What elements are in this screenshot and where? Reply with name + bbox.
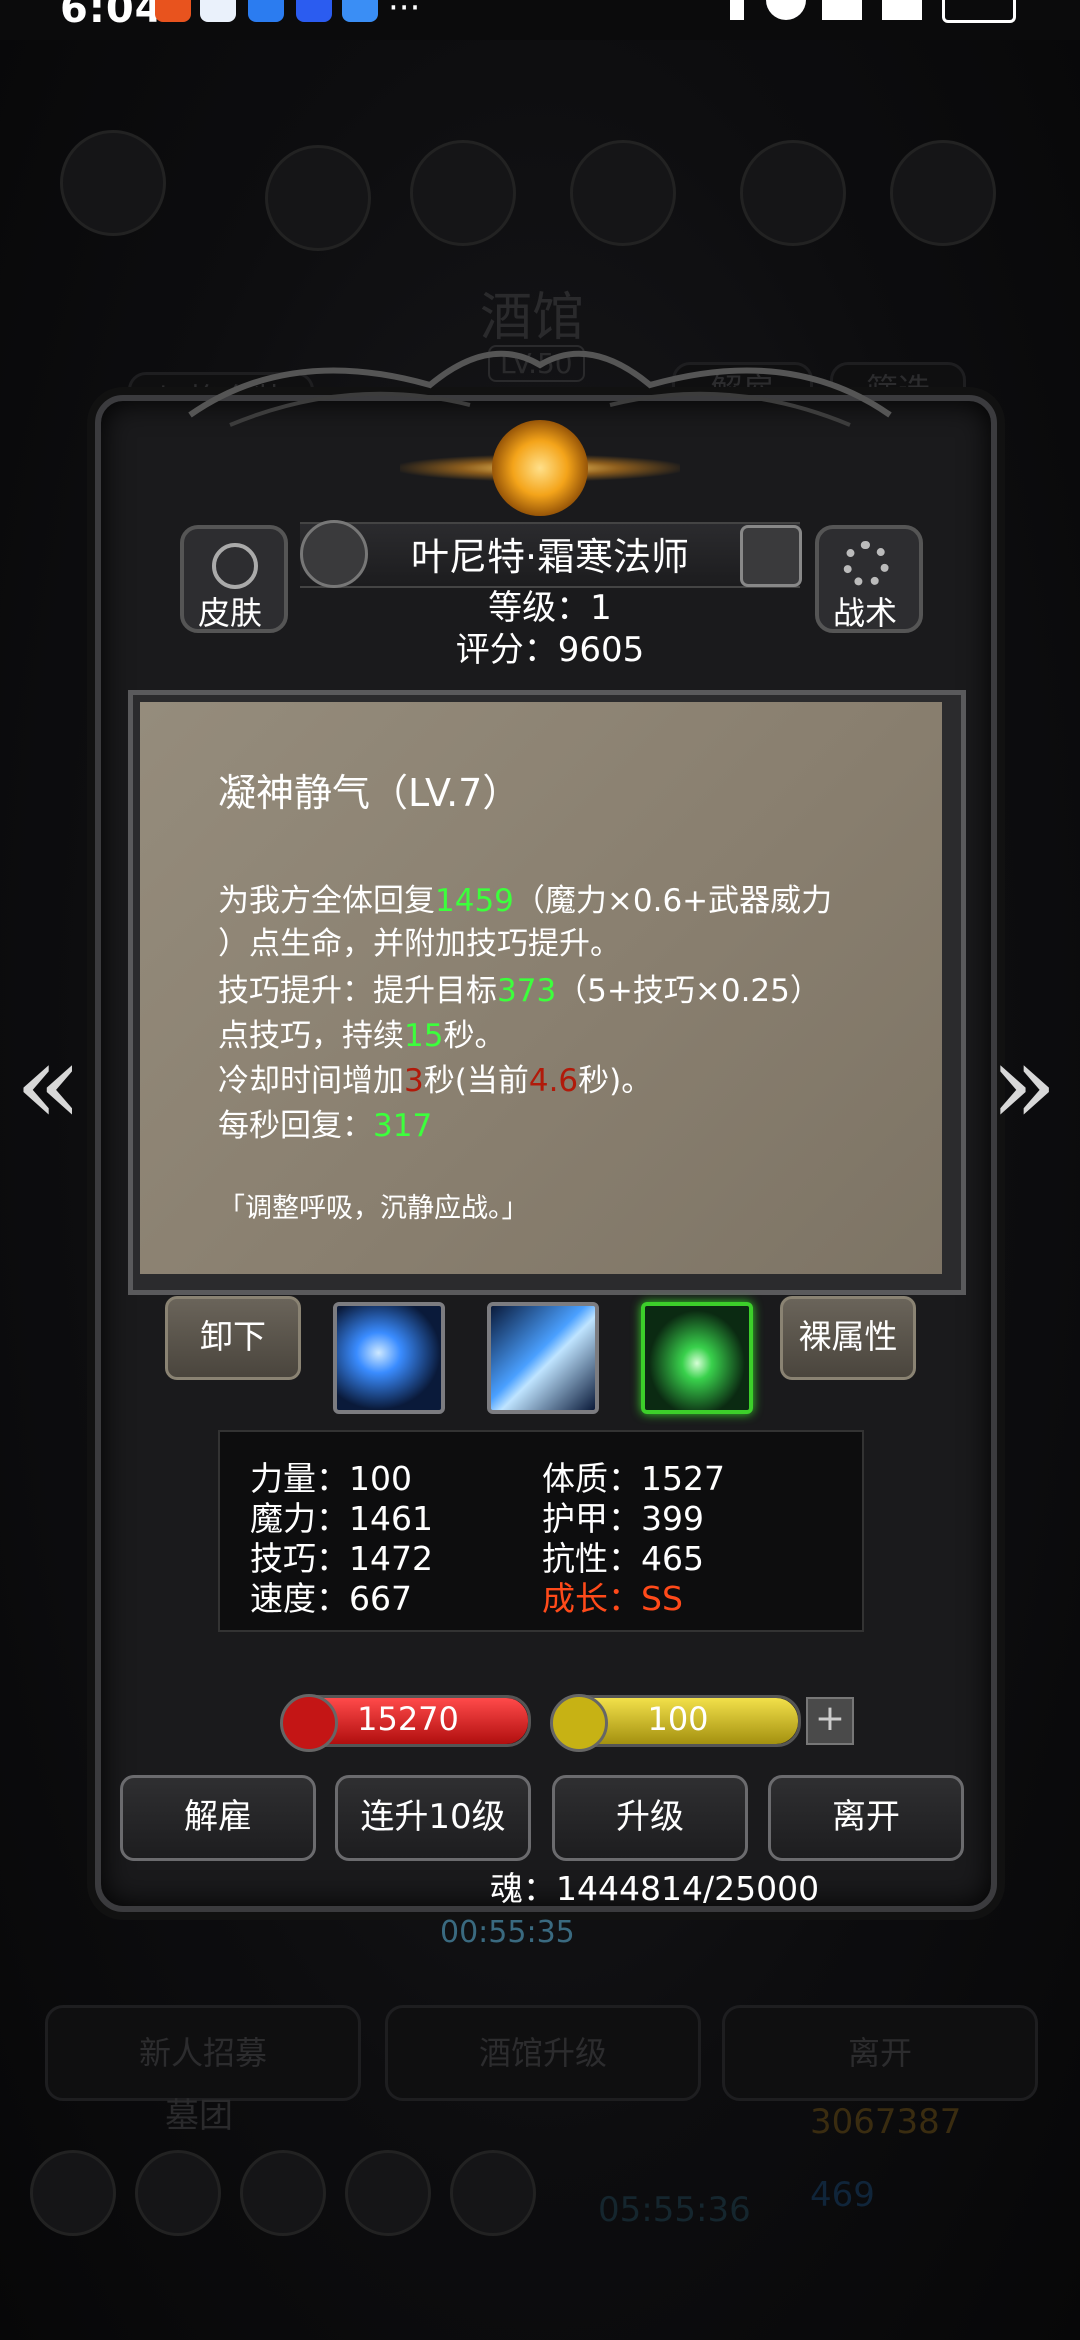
skill-title: 凝神静气（LV.7） — [218, 771, 521, 815]
stats-panel: 力量：100 魔力：1461 技巧：1472 速度：667 体质：1527 护甲… — [218, 1430, 864, 1632]
soul-counter: 魂：1444814/25000 — [490, 1869, 820, 1908]
gem-amount: 469 — [810, 2175, 875, 2215]
emblem-icon — [492, 420, 588, 516]
status-time: 6:04 — [60, 0, 164, 32]
battery-icon — [942, 0, 1016, 23]
skill-text: （5+技巧×0.25） — [556, 973, 821, 1009]
status-bar: 6:04 ··· — [0, 0, 1080, 40]
level-up-button[interactable]: 升级 — [552, 1775, 748, 1861]
skill-value: 15 — [404, 1018, 444, 1054]
stat-speed: 速度：667 — [250, 1579, 412, 1618]
hero-portrait-icon — [890, 140, 996, 246]
lightning-icon — [550, 1694, 608, 1752]
edit-name-icon[interactable] — [740, 525, 802, 587]
skill-text: 冷却时间增加 — [218, 1063, 404, 1099]
app-notification-icon — [155, 0, 191, 22]
skill-text: （魔力×0.6+武器威力 — [513, 883, 833, 919]
energy-bar: 100 — [550, 1694, 801, 1752]
group-label: 墓团 — [165, 2096, 233, 2136]
app-notification-icon — [248, 0, 284, 22]
more-notifications-icon: ··· — [388, 0, 421, 28]
tavern-upgrade-button[interactable]: 酒馆升级 — [385, 2005, 701, 2101]
base-attributes-button[interactable]: 裸属性 — [780, 1296, 916, 1380]
skill-description-line: 为我方全体回复1459（魔力×0.6+武器威力 — [218, 875, 832, 920]
menu-icon[interactable] — [240, 2150, 326, 2236]
previous-hero-arrow-icon[interactable]: « — [15, 1020, 82, 1148]
hero-portrait-icon — [265, 145, 371, 251]
hero-portrait-icon — [60, 130, 166, 236]
skill-text: 技巧提升：提升目标 — [218, 973, 497, 1009]
skill-value: 317 — [373, 1108, 433, 1144]
skill-text: 为我方全体回复 — [218, 883, 435, 919]
skill-description-line: ）点生命，并附加技巧提升。 — [218, 918, 621, 963]
skill-text: 秒。 — [443, 1018, 506, 1054]
app-notification-icon — [342, 0, 378, 22]
add-energy-button[interactable]: + — [806, 1697, 854, 1745]
app-notification-icon — [200, 0, 236, 22]
tactics-label: 战术 — [832, 594, 897, 632]
hero-portrait-icon — [570, 140, 676, 246]
menu-icon[interactable] — [30, 2150, 116, 2236]
skill-value: 3 — [404, 1063, 424, 1099]
signal-icon — [822, 0, 862, 20]
gold-amount: 3067387 — [810, 2102, 962, 2142]
recruit-button[interactable]: 新人招募 — [45, 2005, 361, 2101]
skill-value: 1459 — [435, 883, 514, 919]
timer: 00:55:35 — [440, 1915, 575, 1950]
skin-label: 皮肤 — [197, 594, 262, 632]
skill-description-line: 每秒回复：317 — [218, 1100, 432, 1145]
skill-quote: 「调整呼吸，沉静应战。」 — [218, 1193, 529, 1224]
skin-icon — [212, 543, 258, 589]
hero-portrait-icon — [410, 140, 516, 246]
dismiss-button[interactable]: 解雇 — [120, 1775, 316, 1861]
skill-description-line: 点技巧，持续15秒。 — [218, 1010, 505, 1055]
skill-text: 秒(当前 — [423, 1063, 529, 1099]
level-up-10-button[interactable]: 连升10级 — [335, 1775, 531, 1861]
gear-icon — [843, 541, 889, 587]
skill-text: 点技巧，持续 — [218, 1018, 404, 1054]
menu-icon[interactable] — [450, 2150, 536, 2236]
skill-text: ）点生命，并附加技巧提升。 — [218, 926, 621, 962]
heart-icon — [280, 1694, 338, 1752]
hero-portrait-icon — [740, 140, 846, 246]
frost-skill-icon[interactable] — [487, 1302, 599, 1414]
skill-value: 373 — [497, 973, 557, 1009]
hero-score: 评分：9605 — [455, 630, 645, 670]
skill-text: 每秒回复： — [218, 1108, 373, 1144]
hp-bar: 15270 — [280, 1694, 531, 1752]
skill-description-line: 技巧提升：提升目标373（5+技巧×0.25） — [218, 965, 821, 1010]
bluetooth-icon — [730, 0, 744, 20]
skill-text: 秒)。 — [578, 1063, 653, 1099]
stat-growth: 成长：SS — [542, 1579, 683, 1618]
leave-button[interactable]: 离开 — [768, 1775, 964, 1861]
skill-description-line: 冷却时间增加3秒(当前4.6秒)。 — [218, 1055, 652, 1100]
menu-icon[interactable] — [135, 2150, 221, 2236]
skill-value: 4.6 — [528, 1063, 579, 1099]
next-hero-arrow-icon[interactable]: » — [990, 1020, 1057, 1148]
panel-ornament — [188, 350, 892, 427]
menu-icon[interactable] — [345, 2150, 431, 2236]
hero-name: 叶尼特·霜寒法师 — [410, 535, 690, 579]
heal-skill-icon[interactable] — [641, 1302, 753, 1414]
ice-skill-icon[interactable] — [333, 1302, 445, 1414]
signal-icon — [882, 0, 922, 20]
unequip-button[interactable]: 卸下 — [165, 1296, 301, 1380]
app-notification-icon — [296, 0, 332, 22]
leave-button-bg[interactable]: 离开 — [722, 2005, 1038, 2101]
wifi-icon — [766, 0, 806, 20]
bottom-timer: 05:55:36 — [598, 2190, 751, 2230]
